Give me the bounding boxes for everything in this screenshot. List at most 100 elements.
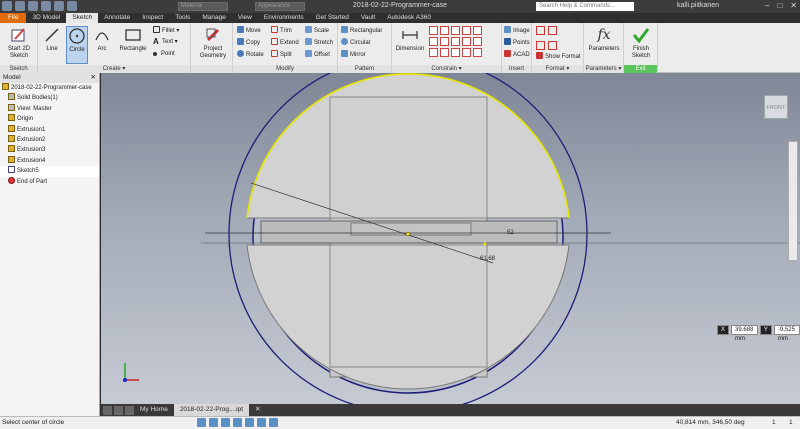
- vertical-constraint-icon[interactable]: [451, 37, 460, 46]
- tab-autodesk-a360[interactable]: Autodesk A360: [381, 13, 437, 23]
- home-icon[interactable]: [2, 1, 12, 11]
- tree-item-end-of-part[interactable]: End of Part: [0, 176, 99, 187]
- group-label-create[interactable]: Create ▾: [38, 65, 190, 73]
- coincident-constraint-icon[interactable]: [429, 26, 438, 35]
- insert-acad-button[interactable]: ACAD: [504, 50, 530, 59]
- save-icon[interactable]: [41, 1, 51, 11]
- help-search-input[interactable]: Search Help & Commands...: [536, 2, 634, 11]
- tab-vault[interactable]: Vault: [355, 13, 381, 23]
- tree-item-extrusion3[interactable]: Extrusion3: [0, 145, 99, 155]
- collinear-constraint-icon[interactable]: [429, 37, 438, 46]
- parameters-button[interactable]: fx Parameters: [586, 26, 622, 53]
- sketch-canvas[interactable]: 52 61,68: [101, 73, 800, 404]
- open-file-icon[interactable]: [28, 1, 38, 11]
- fix-constraint-icon[interactable]: [473, 26, 482, 35]
- circle-button[interactable]: Circle: [66, 26, 88, 64]
- persist-constraints-icon[interactable]: [233, 418, 242, 427]
- material-dropdown[interactable]: Material: [178, 2, 228, 11]
- tab-tools[interactable]: Tools: [169, 13, 196, 23]
- group-label-parameters[interactable]: Parameters ▾: [584, 65, 623, 73]
- redo-icon[interactable]: [67, 1, 77, 11]
- new-file-icon[interactable]: [15, 1, 25, 11]
- show-format-button[interactable]: Show Format: [536, 52, 581, 61]
- driven-dimension-icon[interactable]: [548, 40, 557, 50]
- rotate-button[interactable]: Rotate: [237, 50, 264, 59]
- move-button[interactable]: Move: [237, 26, 261, 35]
- smooth-constraint-icon[interactable]: [440, 48, 449, 57]
- parallel-constraint-icon[interactable]: [440, 26, 449, 35]
- dimension-button[interactable]: Dimension: [394, 26, 426, 53]
- tree-item-part[interactable]: 2018-02-22-Programmer-case: [0, 83, 99, 93]
- undo-icon[interactable]: [54, 1, 64, 11]
- tab-manage[interactable]: Manage: [196, 13, 232, 23]
- symmetric-constraint-icon[interactable]: [473, 37, 482, 46]
- finish-sketch-button[interactable]: Finish Sketch: [626, 26, 656, 60]
- construction-icon[interactable]: [536, 26, 545, 35]
- tree-item-origin[interactable]: Origin: [0, 114, 99, 124]
- tab-file[interactable]: File: [0, 13, 27, 23]
- mirror-button[interactable]: Mirror: [341, 50, 366, 59]
- centerline-icon[interactable]: [548, 26, 557, 35]
- relax-mode-icon[interactable]: [257, 418, 266, 427]
- y-coord-input[interactable]: -9,525 mm: [773, 325, 800, 342]
- offset-button[interactable]: Offset: [305, 50, 330, 59]
- rectangular-pattern-button[interactable]: Rectangular: [341, 26, 382, 35]
- doc-tab-close-button[interactable]: ✕: [249, 404, 266, 416]
- horizontal-dimension-text[interactable]: 52: [507, 230, 514, 236]
- appearance-dropdown[interactable]: Appearance: [255, 2, 305, 11]
- group-label-format[interactable]: Format ▾: [532, 65, 583, 73]
- arc-button[interactable]: Arc: [92, 26, 112, 53]
- start-2d-sketch-button[interactable]: Start 2D Sketch: [2, 26, 36, 60]
- scale-button[interactable]: Scale: [305, 26, 329, 35]
- tab-sketch[interactable]: Sketch: [66, 13, 99, 23]
- stretch-button[interactable]: Stretch: [305, 38, 333, 47]
- tree-item-extrusion1[interactable]: Extrusion1: [0, 124, 99, 135]
- tab-get-started[interactable]: Get Started: [310, 13, 355, 23]
- tree-item-solid-bodies[interactable]: Solid Bodies(1): [0, 93, 99, 103]
- tab-my-home[interactable]: My Home: [134, 404, 174, 416]
- trim-button[interactable]: Trim: [271, 26, 292, 35]
- extend-button[interactable]: Extend: [271, 38, 299, 47]
- grid-snap-icon[interactable]: [209, 418, 218, 427]
- tab-cascade-icon[interactable]: [125, 405, 134, 415]
- minimize-button[interactable]: –: [765, 1, 769, 10]
- show-constraints-icon[interactable]: [451, 48, 460, 57]
- concentric-constraint-icon[interactable]: [429, 48, 438, 57]
- tab-annotate[interactable]: Annotate: [98, 13, 136, 23]
- group-label-constrain[interactable]: Constrain ▾: [392, 65, 501, 73]
- copy-button[interactable]: Copy: [237, 38, 260, 47]
- tree-item-extrusion2[interactable]: Extrusion2: [0, 134, 99, 145]
- center-point-icon[interactable]: [536, 40, 545, 50]
- user-account-name[interactable]: kalli.piitkanen: [677, 2, 719, 9]
- project-geometry-button[interactable]: Project Geometry: [195, 26, 231, 60]
- tab-programmer-case[interactable]: 2018-02-22-Prog....ipt: [173, 404, 250, 416]
- tab-environments[interactable]: Environments: [258, 13, 310, 23]
- perpendicular-constraint-icon[interactable]: [451, 26, 460, 35]
- viewcube[interactable]: FRONT: [764, 95, 788, 119]
- tree-item-view-master[interactable]: View: Master: [0, 103, 99, 114]
- center-point[interactable]: [405, 231, 411, 237]
- diameter-dimension-text[interactable]: 61,68: [480, 256, 496, 262]
- sketch-tool-icon[interactable]: [197, 418, 206, 427]
- horizontal-constraint-icon[interactable]: [440, 37, 449, 46]
- graphics-viewport[interactable]: 52 61,68 FRONT X 39,688 mm Y -9,525 mm: [101, 73, 800, 404]
- tab-3d-model[interactable]: 3D Model: [26, 13, 66, 23]
- point-button[interactable]: Point: [153, 50, 175, 59]
- auto-dimension-icon[interactable]: [462, 48, 471, 57]
- delete-constraints-icon[interactable]: [473, 48, 482, 57]
- x-coord-input[interactable]: 39,688 mm: [731, 325, 758, 342]
- tangent-constraint-icon[interactable]: [462, 26, 471, 35]
- line-button[interactable]: Line: [42, 26, 62, 53]
- split-button[interactable]: Split: [271, 50, 292, 59]
- tab-menu-icon[interactable]: [103, 405, 112, 415]
- tab-view[interactable]: View: [232, 13, 258, 23]
- tree-item-extrusion4[interactable]: Extrusion4: [0, 155, 99, 166]
- browser-close-button[interactable]: ✕: [91, 73, 96, 83]
- close-button[interactable]: ✕: [790, 1, 797, 10]
- tab-inspect[interactable]: Inspect: [136, 13, 169, 23]
- constraint-inference-icon[interactable]: [221, 418, 230, 427]
- tab-tile-icon[interactable]: [114, 405, 123, 415]
- rectangle-button[interactable]: Rectangle: [116, 26, 150, 53]
- insert-image-button[interactable]: Image: [504, 26, 530, 35]
- circular-pattern-button[interactable]: Circular: [341, 38, 371, 47]
